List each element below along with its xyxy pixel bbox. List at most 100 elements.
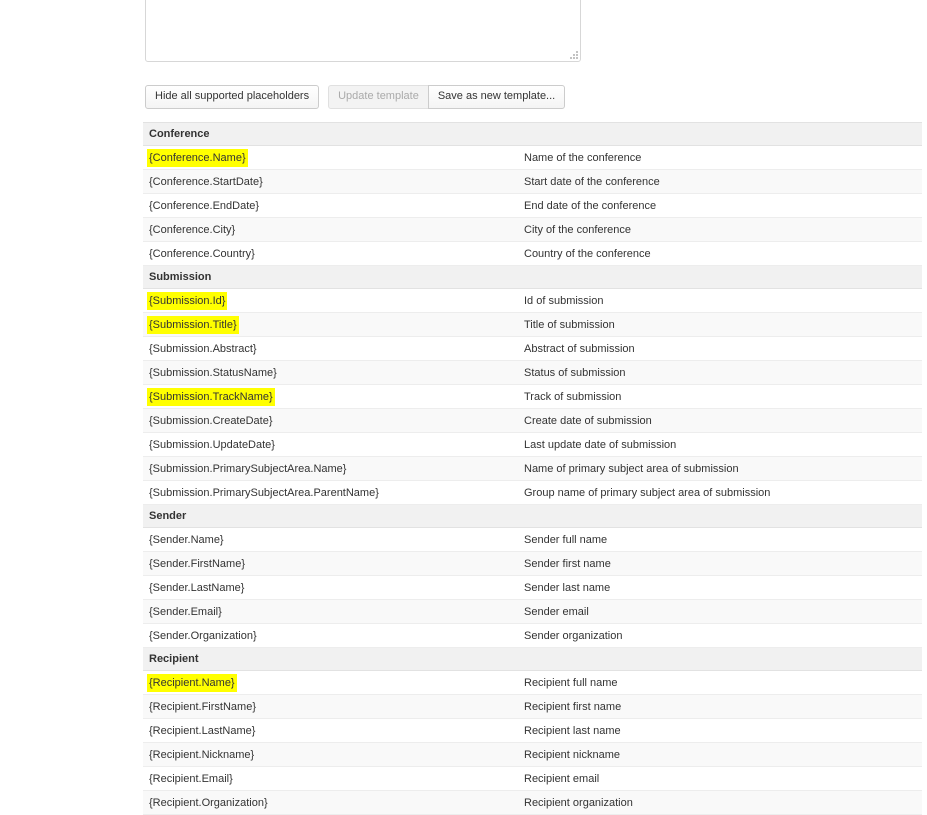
placeholder-row[interactable]: {Recipient.FirstName}Recipient first nam…	[143, 695, 922, 719]
placeholders-table-body: Conference {Conference.Name} Name of the c…	[143, 123, 922, 815]
placeholder-description-cell: Group name of primary subject area of su…	[518, 481, 922, 505]
placeholder-row[interactable]: {Submission.UpdateDate} Last update date …	[143, 433, 922, 457]
placeholder-token-cell[interactable]: {Submission.PrimarySubjectArea.ParentNam…	[143, 481, 518, 505]
placeholder-token-cell[interactable]: {Recipient.Name}	[143, 671, 518, 695]
placeholder-description-cell: Recipient organization	[518, 791, 922, 815]
placeholder-row[interactable]: {Recipient.Nickname} Recipient nickname	[143, 743, 922, 767]
placeholder-description-cell: Id of submission	[518, 289, 922, 313]
placeholder-row[interactable]: {Conference.Name} Name of the conference	[143, 146, 922, 170]
placeholder-token: {Conference.EndDate}	[149, 200, 259, 212]
placeholder-description-cell: Start date of the conference	[518, 170, 922, 194]
template-editor-page: Hide all supported placeholders Update t…	[0, 0, 927, 815]
placeholder-token: {Submission.PrimarySubjectArea.ParentNam…	[149, 487, 379, 499]
placeholder-token-cell[interactable]: {Conference.Name}	[143, 146, 518, 170]
placeholder-row[interactable]: {Recipient.Name}Recipient full name	[143, 671, 922, 695]
update-template-button[interactable]: Update template	[328, 85, 429, 109]
placeholder-section-title: Recipient	[143, 648, 922, 671]
placeholder-row[interactable]: {Conference.Country} Country of the confe…	[143, 242, 922, 266]
placeholder-token: {Sender.Name}	[149, 534, 224, 546]
placeholder-token-cell[interactable]: {Sender.Organization}	[143, 624, 518, 648]
placeholder-token: {Submission.CreateDate}	[149, 415, 273, 427]
template-action-buttons: Hide all supported placeholders Update t…	[145, 85, 565, 109]
placeholder-token-cell[interactable]: {Conference.Country}	[143, 242, 518, 266]
save-as-new-template-button[interactable]: Save as new template...	[428, 85, 565, 109]
placeholder-token-cell[interactable]: {Sender.LastName}	[143, 576, 518, 600]
placeholder-token-cell[interactable]: {Submission.Abstract}	[143, 337, 518, 361]
placeholder-description-cell: Sender last name	[518, 576, 922, 600]
placeholder-section-header: Sender	[143, 505, 922, 528]
placeholder-row[interactable]: {Submission.Abstract}Abstract of submiss…	[143, 337, 922, 361]
placeholder-token-cell[interactable]: {Submission.PrimarySubjectArea.Name}	[143, 457, 518, 481]
placeholder-row[interactable]: {Submission.PrimarySubjectArea.Name} Name…	[143, 457, 922, 481]
placeholder-token-highlighted: {Conference.Name}	[147, 149, 248, 167]
placeholder-token: {Conference.Country}	[149, 248, 255, 260]
placeholder-section-title: Conference	[143, 123, 922, 146]
placeholder-section-header: Conference	[143, 123, 922, 146]
placeholder-row[interactable]: {Sender.LastName}Sender last name	[143, 576, 922, 600]
placeholder-description-cell: Recipient first name	[518, 695, 922, 719]
placeholder-token-cell[interactable]: {Sender.Name}	[143, 528, 518, 552]
placeholder-token-cell[interactable]: {Submission.Id}	[143, 289, 518, 313]
placeholder-row[interactable]: {Submission.StatusName}Status of submiss…	[143, 361, 922, 385]
placeholder-section-header: Submission	[143, 266, 922, 289]
placeholder-token: {Submission.StatusName}	[149, 367, 277, 379]
placeholder-row[interactable]: {Sender.FirstName}Sender first name	[143, 552, 922, 576]
placeholder-row[interactable]: {Recipient.Email}Recipient email	[143, 767, 922, 791]
placeholder-row[interactable]: {Submission.PrimarySubjectArea.ParentNam…	[143, 481, 922, 505]
placeholder-token-cell[interactable]: {Conference.City}	[143, 218, 518, 242]
placeholder-description-cell: Name of primary subject area of submissi…	[518, 457, 922, 481]
template-save-button-group: Update template Save as new template...	[328, 85, 565, 109]
supported-placeholders-table: Conference {Conference.Name} Name of the c…	[143, 122, 922, 815]
placeholder-description-cell: Name of the conference	[518, 146, 922, 170]
placeholder-row[interactable]: {Recipient.Organization} Recipient organi…	[143, 791, 922, 815]
placeholder-token-cell[interactable]: {Submission.UpdateDate}	[143, 433, 518, 457]
placeholder-row[interactable]: {Submission.CreateDate} Create date of su…	[143, 409, 922, 433]
placeholder-token: {Recipient.Nickname}	[149, 749, 254, 761]
placeholder-token-highlighted: {Submission.Title}	[147, 316, 239, 334]
placeholder-row[interactable]: {Conference.EndDate} End date of the conf…	[143, 194, 922, 218]
placeholder-description-cell: City of the conference	[518, 218, 922, 242]
placeholder-row[interactable]: {Sender.Name}Sender full name	[143, 528, 922, 552]
placeholder-token-cell[interactable]: {Recipient.Organization}	[143, 791, 518, 815]
placeholder-description-cell: Sender first name	[518, 552, 922, 576]
placeholder-description-cell: Sender organization	[518, 624, 922, 648]
placeholder-description-cell: Recipient full name	[518, 671, 922, 695]
placeholder-section-title: Sender	[143, 505, 922, 528]
placeholder-row[interactable]: {Conference.City}City of the conference	[143, 218, 922, 242]
placeholder-row[interactable]: {Sender.Organization}Sender organization	[143, 624, 922, 648]
placeholder-token-cell[interactable]: {Submission.Title}	[143, 313, 518, 337]
placeholder-token-cell[interactable]: {Conference.EndDate}	[143, 194, 518, 218]
template-body-textarea[interactable]	[145, 0, 581, 62]
placeholder-token-highlighted: {Submission.TrackName}	[147, 388, 275, 406]
placeholder-description-cell: Recipient email	[518, 767, 922, 791]
placeholder-row[interactable]: {Submission.Id} Id of submission	[143, 289, 922, 313]
placeholder-token-cell[interactable]: {Submission.TrackName}	[143, 385, 518, 409]
placeholder-token-cell[interactable]: {Recipient.LastName}	[143, 719, 518, 743]
placeholder-token: {Sender.Email}	[149, 606, 222, 618]
placeholder-token: {Recipient.Organization}	[149, 797, 268, 809]
placeholder-token: {Submission.PrimarySubjectArea.Name}	[149, 463, 346, 475]
placeholder-token-cell[interactable]: {Recipient.Nickname}	[143, 743, 518, 767]
placeholder-row[interactable]: {Submission.TrackName}Track of submissio…	[143, 385, 922, 409]
placeholder-row[interactable]: {Recipient.LastName}Recipient last name	[143, 719, 922, 743]
placeholder-description-cell: End date of the conference	[518, 194, 922, 218]
placeholder-token-cell[interactable]: {Recipient.Email}	[143, 767, 518, 791]
placeholder-token-cell[interactable]: {Sender.Email}	[143, 600, 518, 624]
placeholder-token-cell[interactable]: {Conference.StartDate}	[143, 170, 518, 194]
placeholder-token-cell[interactable]: {Sender.FirstName}	[143, 552, 518, 576]
placeholder-token-cell[interactable]: {Recipient.FirstName}	[143, 695, 518, 719]
placeholder-description-cell: Last update date of submission	[518, 433, 922, 457]
placeholder-token-highlighted: {Submission.Id}	[147, 292, 227, 310]
hide-all-supported-placeholders-button[interactable]: Hide all supported placeholders	[145, 85, 319, 109]
placeholder-row[interactable]: {Conference.StartDate}Start date of the …	[143, 170, 922, 194]
placeholder-token: {Submission.UpdateDate}	[149, 439, 275, 451]
placeholder-section-header: Recipient	[143, 648, 922, 671]
placeholder-row[interactable]: {Sender.Email} Sender email	[143, 600, 922, 624]
placeholder-description-cell: Recipient nickname	[518, 743, 922, 767]
placeholder-token-cell[interactable]: {Submission.StatusName}	[143, 361, 518, 385]
placeholder-description-cell: Sender email	[518, 600, 922, 624]
placeholder-row[interactable]: {Submission.Title}Title of submission	[143, 313, 922, 337]
placeholder-token-cell[interactable]: {Submission.CreateDate}	[143, 409, 518, 433]
placeholder-description-cell: Country of the conference	[518, 242, 922, 266]
placeholder-description-cell: Create date of submission	[518, 409, 922, 433]
